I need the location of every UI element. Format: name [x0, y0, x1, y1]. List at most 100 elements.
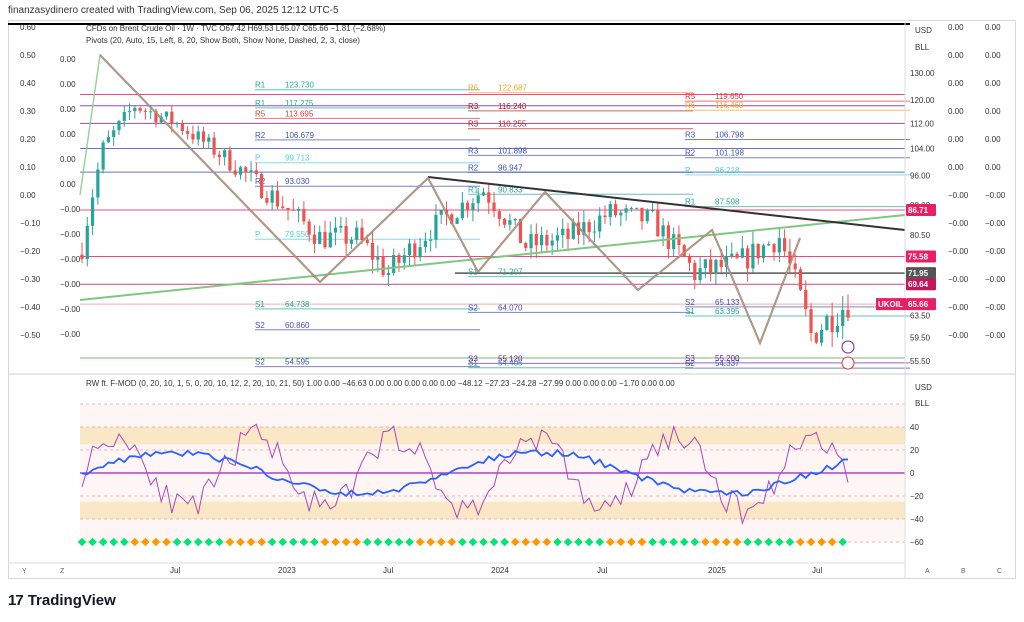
pivot-value-15: 99.713 — [285, 154, 310, 163]
pivot-tag-31: S3 — [468, 354, 478, 363]
candle-body-42 — [302, 209, 306, 222]
pivot-tag-5: R5 — [685, 92, 696, 101]
osc-tick-3: −20 — [910, 492, 924, 501]
candle-body-136 — [798, 269, 803, 290]
candle-body-31 — [244, 167, 248, 173]
candle-body-21 — [191, 133, 195, 140]
chart-svg[interactable]: R1 123.730 R6 122.687 R5 119.650 R1 117.275 R3 11… — [0, 0, 1024, 622]
right-axis-c1-11: −0.00 — [948, 331, 969, 340]
candle-body-73 — [466, 202, 470, 210]
left-axis-c2-11: −0.00 — [60, 330, 81, 339]
candle-body-85 — [529, 233, 533, 249]
pivot-tag-4: R6 — [468, 84, 479, 93]
pivot-tag-21: P — [255, 230, 260, 239]
candle-body-77 — [487, 192, 491, 203]
pivot-tag-24: S1 — [255, 300, 265, 309]
left-axis-c1-4: 0.20 — [20, 135, 36, 144]
time-label-6: Jul — [812, 566, 822, 575]
pivot-tag-23: S2 — [685, 298, 695, 307]
pivot-tag-25: S2 — [468, 303, 478, 312]
candle-body-62 — [407, 243, 412, 256]
time-label-2: Jul — [383, 566, 393, 575]
pivot-tag-7: R3 — [468, 102, 479, 111]
left-axis-c2-4: 0.00 — [60, 155, 76, 164]
candle-body-6 — [112, 130, 116, 138]
candle-body-133 — [783, 238, 787, 252]
candle-body-48 — [333, 227, 338, 233]
candle-body-26 — [217, 154, 221, 158]
candle-body-127 — [751, 243, 755, 269]
right-axis-c1-1: 0.00 — [948, 51, 964, 60]
price-tick-13: 55.50 — [910, 357, 931, 366]
right-axis-c2-6: −0.00 — [985, 191, 1006, 200]
right-axis-c2-9: −0.00 — [985, 275, 1006, 284]
left-axis-c2-0: 0.00 — [60, 55, 76, 64]
candle-body-57 — [381, 257, 385, 276]
candle-body-108 — [650, 210, 655, 212]
candle-body-20 — [186, 131, 190, 134]
candle-body-52 — [355, 227, 359, 240]
candle-body-104 — [629, 207, 634, 209]
candle-body-86 — [534, 233, 538, 246]
candle-body-65 — [423, 240, 427, 248]
candle-body-139 — [814, 333, 818, 343]
pivot-value-5: 119.650 — [715, 92, 744, 101]
candle-body-93 — [571, 222, 575, 239]
candle-body-36 — [270, 190, 274, 203]
pivot-value-8: 116.460 — [715, 101, 744, 110]
candle-body-100 — [608, 204, 612, 218]
candle-body-24 — [207, 137, 211, 142]
candle-body-2 — [90, 197, 95, 226]
price-tick-2: 112.00 — [910, 119, 934, 128]
candle-body-17 — [170, 111, 174, 124]
candle-body-98 — [598, 215, 602, 232]
candle-body-71 — [455, 218, 459, 224]
candle-body-63 — [413, 243, 417, 258]
symbol-badge-text: UKOIL — [878, 300, 903, 309]
price-tick-1: 120.00 — [910, 96, 935, 105]
right-axis-c2-1: 0.00 — [985, 51, 1001, 60]
pivot-value-18: 93.030 — [285, 177, 310, 186]
candle-body-99 — [603, 215, 607, 218]
right-axis-c1-7: −0.00 — [948, 219, 969, 228]
candle-body-137 — [804, 289, 808, 310]
right-axis-c1-6: −0.00 — [948, 191, 969, 200]
candle-body-61 — [402, 255, 406, 263]
tradingview-logo[interactable]: 17 TradingView — [8, 592, 116, 609]
price-badge-text-2: 71.95 — [908, 269, 929, 278]
candle-body-116 — [693, 262, 697, 281]
candle-body-141 — [825, 315, 829, 330]
candle-body-60 — [397, 254, 401, 263]
pivot-tag-10: R3 — [468, 120, 479, 129]
pivot-value-6: 117.275 — [285, 99, 314, 108]
candle-body-103 — [624, 208, 628, 213]
candle-body-80 — [503, 218, 507, 225]
left-axis-c2-3: 0.00 — [60, 130, 76, 139]
pivot-value-24: 64.738 — [285, 300, 310, 309]
left-axis-c1-1: 0.50 — [20, 51, 36, 60]
right-axis-c2-2: 0.00 — [985, 79, 1001, 88]
candle-body-37 — [275, 190, 280, 207]
candle-body-102 — [619, 212, 623, 216]
candle-body-145 — [846, 309, 850, 318]
pivot-value-20: 87.598 — [715, 198, 740, 207]
pivot-value-12: 106.679 — [285, 131, 314, 140]
candle-body-87 — [540, 234, 544, 246]
pivot-tag-13: R3 — [468, 146, 479, 155]
candle-body-89 — [550, 240, 554, 246]
candle-body-96 — [587, 222, 591, 233]
right-axis-c2-4: 0.00 — [985, 135, 1001, 144]
candle-body-43 — [307, 221, 311, 235]
candle-body-66 — [429, 239, 433, 241]
candle-body-130 — [767, 244, 771, 246]
pivot-value-4: 122.687 — [498, 84, 527, 93]
price-badge-text-1: 75.58 — [908, 253, 929, 262]
pivot-tag-26: S1 — [685, 307, 695, 316]
pivot-value-22: 71.207 — [498, 268, 523, 277]
pivot-tag-3: R1 — [255, 81, 266, 90]
osc-tick-1: 20 — [910, 446, 919, 455]
osc-tick-2: 0 — [910, 469, 915, 478]
candle-body-29 — [233, 170, 237, 175]
time-label-4: Jul — [597, 566, 607, 575]
candle-body-91 — [561, 228, 565, 236]
